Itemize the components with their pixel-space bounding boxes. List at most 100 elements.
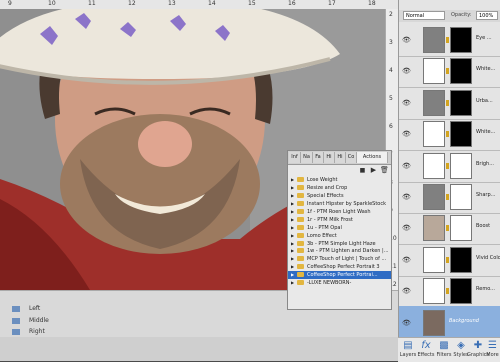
action-item[interactable]: ▶ Resize and Crop xyxy=(288,184,391,192)
expand-triangle-icon[interactable]: ▶ xyxy=(291,232,294,240)
visibility-eye-icon[interactable]: 👁 xyxy=(402,287,411,295)
tab-info[interactable]: Inf xyxy=(289,152,301,163)
visibility-eye-icon[interactable]: 👁 xyxy=(402,67,411,75)
action-item[interactable]: ▶ CoffeeShop Perfect Portrait 3 xyxy=(288,263,391,271)
layer-name[interactable]: Remo... xyxy=(476,286,500,292)
action-item[interactable]: ▶ Lose Weight xyxy=(288,176,391,184)
layer-name[interactable]: Vivid Color xyxy=(476,255,500,261)
align-middle-icon[interactable] xyxy=(12,318,20,324)
tab-color[interactable]: Co xyxy=(346,152,357,163)
expand-triangle-icon[interactable]: ▶ xyxy=(291,240,294,248)
tab-history[interactable]: Hi xyxy=(335,152,346,163)
layer-mask-thumbnail xyxy=(450,246,472,273)
action-item[interactable]: ▶ 1w - PTM Lighten and Darken |... xyxy=(288,247,391,255)
more-icon: ☰ xyxy=(488,340,497,351)
visibility-eye-icon[interactable]: 👁 xyxy=(402,130,411,138)
more-button-label: More xyxy=(486,352,499,358)
expand-triangle-icon[interactable]: ▶ xyxy=(291,184,294,192)
link-chain-icon[interactable] xyxy=(446,162,449,169)
expand-triangle-icon[interactable]: ▶ xyxy=(291,216,294,224)
tab-actions[interactable]: Actions xyxy=(357,152,388,163)
play-icon[interactable]: ▶ xyxy=(369,166,378,175)
align-right-icon[interactable] xyxy=(12,329,20,335)
action-item[interactable]: ▶ -LUXE NEWBORN- xyxy=(288,279,391,287)
layer-row[interactable]: 👁 Urba... xyxy=(399,86,500,120)
stop-icon[interactable]: ■ xyxy=(358,166,367,175)
link-chain-icon[interactable] xyxy=(446,225,449,232)
layer-row[interactable]: 👁 Remo... xyxy=(399,274,500,309)
action-item[interactable]: ▶ Special Effects xyxy=(288,192,391,200)
actions-panel: Inf Na Fa Hi Hi Co Actions ■ ▶ 🗑 ▶ Lose W… xyxy=(287,150,392,310)
tab-navigator[interactable]: Na xyxy=(301,152,313,163)
link-chain-icon[interactable] xyxy=(446,37,449,43)
link-chain-icon[interactable] xyxy=(446,131,449,138)
link-chain-icon[interactable] xyxy=(446,256,449,263)
visibility-eye-icon[interactable]: 👁 xyxy=(402,256,411,264)
layer-name[interactable]: White... xyxy=(476,129,500,135)
link-chain-icon[interactable] xyxy=(446,288,449,295)
layers-options: Normal Opacity: 100% xyxy=(399,10,500,22)
tab-favorites[interactable]: Fa xyxy=(313,152,324,163)
more-button[interactable]: ☰ More xyxy=(485,340,500,358)
action-item[interactable]: ▶ Instant Hipster by SparkleStock xyxy=(288,200,391,208)
visibility-eye-icon[interactable]: 👁 xyxy=(402,99,411,107)
action-item[interactable]: ▶ 1u - PTM Opal xyxy=(288,224,391,232)
layer-name[interactable]: Brigh... xyxy=(476,161,500,167)
link-chain-icon[interactable] xyxy=(446,68,449,75)
action-item[interactable]: ▶ 1r - PTM Milk Frost xyxy=(288,216,391,224)
action-item[interactable]: ▶ Lomo Effect xyxy=(288,232,391,240)
expand-triangle-icon[interactable]: ▶ xyxy=(291,255,294,263)
action-item[interactable]: ▶ MCP Touch of Light | Touch of ... xyxy=(288,255,391,263)
expand-triangle-icon[interactable]: ▶ xyxy=(291,200,294,208)
delete-icon[interactable]: 🗑 xyxy=(380,166,389,175)
action-item[interactable]: ▶ 3b - PTM Simple Light Haze xyxy=(288,240,391,248)
action-item-label: Instant Hipster by SparkleStock xyxy=(307,200,386,207)
opacity-input[interactable]: 100% xyxy=(476,11,498,20)
expand-triangle-icon[interactable]: ▶ xyxy=(291,208,294,216)
expand-triangle-icon[interactable]: ▶ xyxy=(291,279,294,287)
expand-triangle-icon[interactable]: ▶ xyxy=(291,271,294,279)
blend-mode-select[interactable]: Normal xyxy=(403,11,445,20)
visibility-eye-icon[interactable]: 👁 xyxy=(402,162,411,170)
layer-row[interactable]: 👁 White... xyxy=(399,54,500,89)
layer-name[interactable]: Background xyxy=(449,318,489,324)
expand-triangle-icon[interactable]: ▶ xyxy=(291,224,294,232)
tab-histogram[interactable]: Hi xyxy=(324,152,335,163)
layer-name[interactable]: Sharp... xyxy=(476,192,500,198)
layer-mask-thumbnail xyxy=(450,58,472,85)
layer-row[interactable]: 👁 Boost xyxy=(399,211,500,246)
layer-thumbnail xyxy=(423,89,445,116)
layer-thumbnail xyxy=(423,152,445,179)
layer-name[interactable]: Boost xyxy=(476,223,500,229)
layer-row[interactable]: 👁 Eye ... xyxy=(399,23,500,57)
layer-mask-thumbnail xyxy=(450,278,472,305)
action-item[interactable]: ▶ 1f - PTM Roen Light Wash xyxy=(288,208,391,216)
align-left-icon[interactable] xyxy=(12,306,20,312)
layer-mask-thumbnail xyxy=(450,152,472,179)
layer-name[interactable]: White... xyxy=(476,66,500,72)
layer-row[interactable]: 👁 Sharp... xyxy=(399,180,500,214)
visibility-eye-icon[interactable]: 👁 xyxy=(402,193,411,201)
effects-button[interactable]: fx Effects xyxy=(416,340,436,358)
ruler-number: 12 xyxy=(128,0,136,7)
link-chain-icon[interactable] xyxy=(446,194,449,200)
visibility-eye-icon[interactable]: 👁 xyxy=(402,224,411,232)
layer-row[interactable]: 👁 Vivid Color xyxy=(399,243,500,277)
layers-button[interactable]: ▤ Layers xyxy=(398,340,418,358)
expand-triangle-icon[interactable]: ▶ xyxy=(291,176,294,184)
action-item[interactable]: ▶ CoffeeShop Perfect Portrai... xyxy=(288,271,391,280)
layer-name[interactable]: Eye ... xyxy=(476,35,500,41)
expand-triangle-icon[interactable]: ▶ xyxy=(291,263,294,271)
visibility-eye-icon[interactable]: 👁 xyxy=(402,319,411,327)
link-chain-icon[interactable] xyxy=(446,99,449,106)
ruler-number: 6 xyxy=(389,123,393,130)
layer-background[interactable]: 👁 Background xyxy=(399,305,500,340)
layer-row[interactable]: 👁 White... xyxy=(399,117,500,152)
expand-triangle-icon[interactable]: ▶ xyxy=(291,192,294,200)
fx-icon: fx xyxy=(421,340,431,351)
layer-thumbnail xyxy=(423,58,445,85)
layer-name[interactable]: Urba... xyxy=(476,98,500,104)
layer-row[interactable]: 👁 Brigh... xyxy=(399,149,500,183)
expand-triangle-icon[interactable]: ▶ xyxy=(291,247,294,255)
visibility-eye-icon[interactable]: 👁 xyxy=(402,36,411,44)
